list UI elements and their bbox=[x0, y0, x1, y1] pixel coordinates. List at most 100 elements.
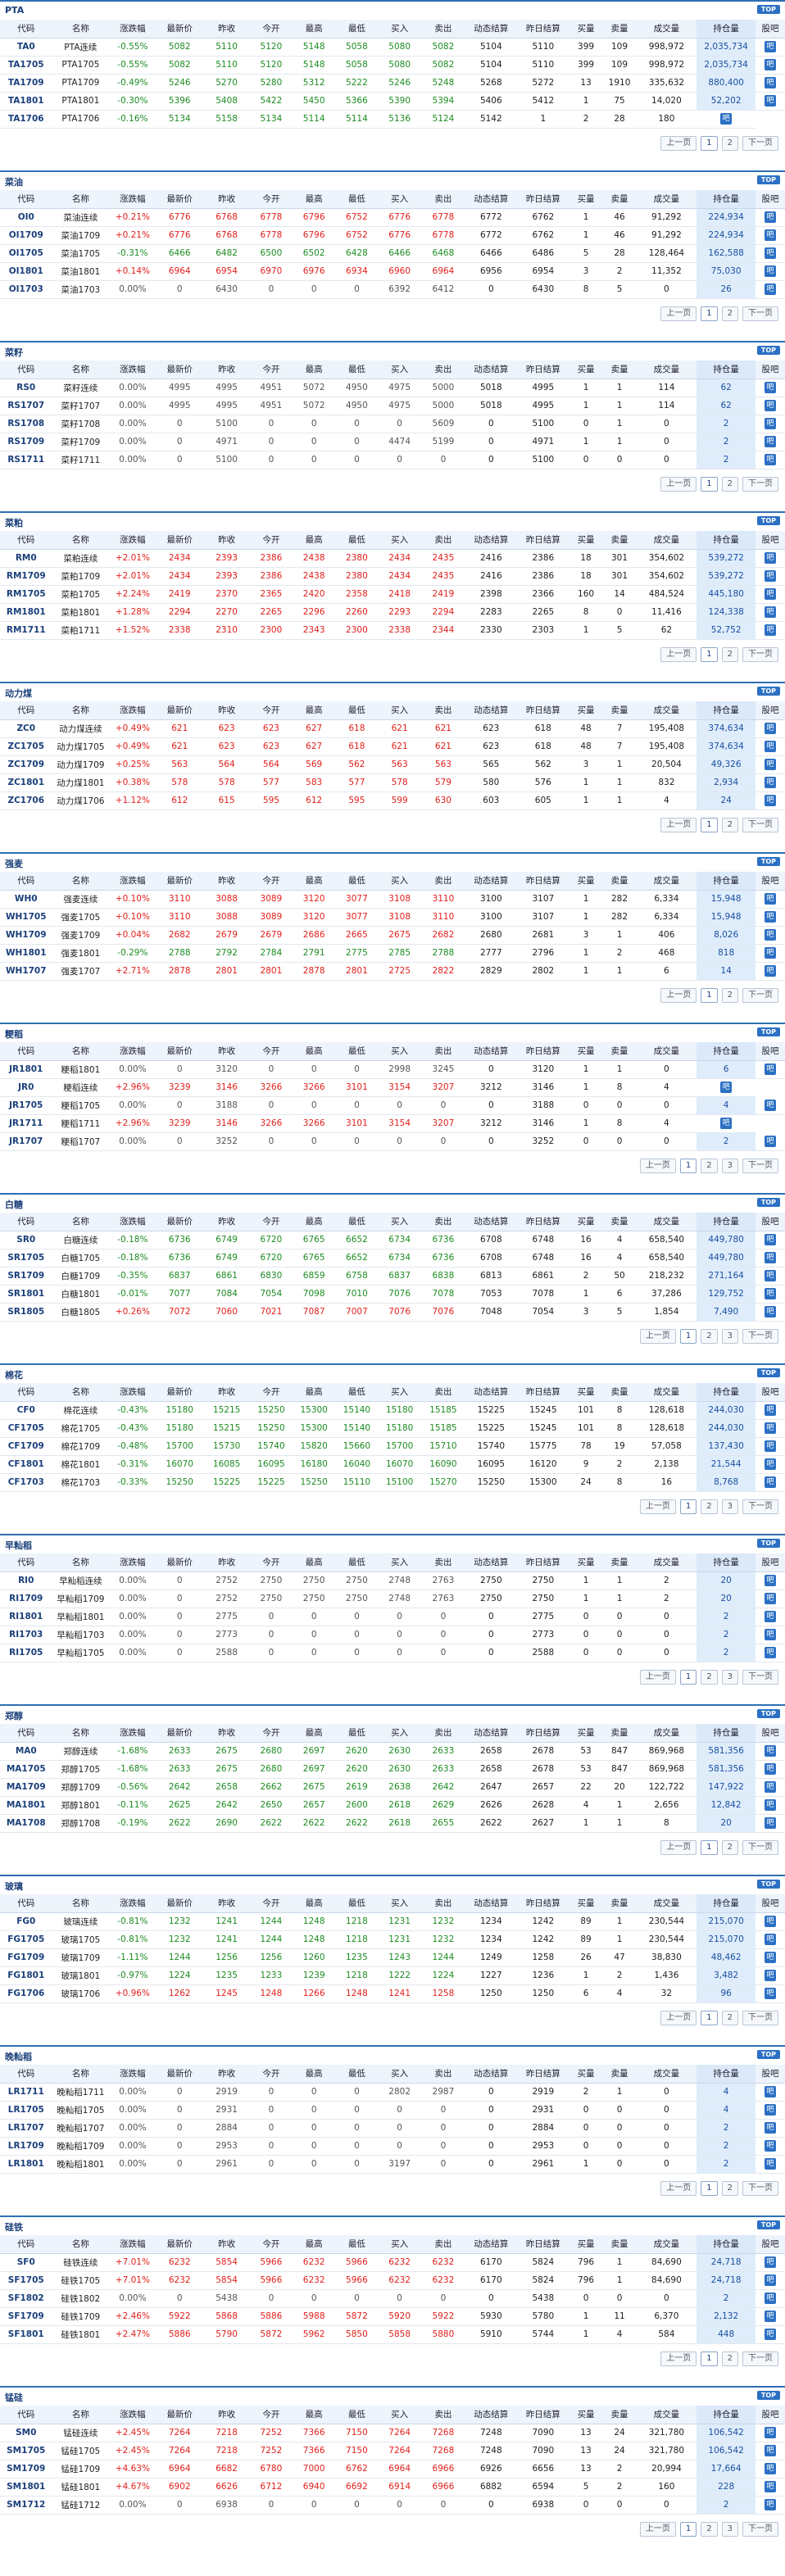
column-header[interactable]: 持仓量 bbox=[697, 1213, 756, 1231]
column-header[interactable]: 股吧 bbox=[756, 2235, 785, 2254]
column-header[interactable]: 卖量 bbox=[602, 190, 637, 209]
contract-code[interactable]: WH1707 bbox=[0, 962, 52, 981]
page-number-button[interactable]: 3 bbox=[721, 1670, 738, 1685]
column-header[interactable]: 股吧 bbox=[756, 20, 785, 39]
contract-code[interactable]: TA1801 bbox=[0, 92, 52, 111]
forum-icon[interactable]: 吧 bbox=[765, 1476, 776, 1488]
column-header[interactable]: 成交量 bbox=[636, 1042, 697, 1061]
next-page-button[interactable]: 下一页 bbox=[742, 1499, 778, 1514]
contract-name[interactable]: 郑醇连续 bbox=[52, 1742, 110, 1761]
forum-icon[interactable]: 吧 bbox=[765, 1404, 776, 1416]
contract-code[interactable]: WH1705 bbox=[0, 908, 52, 927]
contract-code[interactable]: LR1801 bbox=[0, 2155, 52, 2174]
table-row[interactable]: JR1711 粳稻1711 +2.96% 3239 3146 3266 3266 3101 31… bbox=[0, 1114, 785, 1133]
contract-code[interactable]: LR1705 bbox=[0, 2101, 52, 2120]
table-row[interactable]: WH1705 强麦1705 +0.10% 3110 3088 3089 3120 3077 31… bbox=[0, 908, 785, 927]
column-header[interactable]: 昨收 bbox=[202, 1724, 251, 1743]
column-header[interactable]: 买量 bbox=[569, 2235, 603, 2254]
column-header[interactable]: 昨收 bbox=[202, 1383, 251, 1402]
forum-icon[interactable]: 吧 bbox=[765, 1970, 776, 1981]
top-button[interactable]: TOP bbox=[756, 2391, 780, 2400]
column-header[interactable]: 涨跌幅 bbox=[109, 531, 157, 550]
table-row[interactable]: SR1805 白糖1805 +0.26% 7072 7060 7021 7087 7007 70… bbox=[0, 1303, 785, 1322]
column-header[interactable]: 涨跌幅 bbox=[109, 361, 157, 379]
table-row[interactable]: SM1705 锰硅1705 +2.45% 7264 7218 7252 7366 7150 72… bbox=[0, 2442, 785, 2460]
contract-name[interactable]: 白糖1805 bbox=[52, 1303, 110, 1322]
forum-icon[interactable]: 吧 bbox=[765, 588, 776, 600]
column-header[interactable]: 股吧 bbox=[756, 701, 785, 720]
table-row[interactable]: ZC1801 动力煤1801 +0.38% 578 578 577 583 577 578 579… bbox=[0, 773, 785, 792]
contract-name[interactable]: PTA1705 bbox=[52, 56, 110, 75]
column-header[interactable]: 卖出 bbox=[421, 2065, 465, 2084]
forum-icon[interactable]: 吧 bbox=[765, 570, 776, 582]
contract-code[interactable]: MA1801 bbox=[0, 1796, 52, 1815]
page-number-button[interactable]: 1 bbox=[679, 1499, 697, 1514]
column-header[interactable]: 最低 bbox=[335, 1213, 379, 1231]
column-header[interactable]: 今开 bbox=[250, 2235, 293, 2254]
table-row[interactable]: RS1707 菜籽1707 0.00% 4995 4995 4951 5072 4950 497… bbox=[0, 397, 785, 415]
column-header[interactable]: 今开 bbox=[250, 2406, 293, 2424]
column-header[interactable]: 最低 bbox=[335, 531, 379, 550]
column-header[interactable]: 动态结算 bbox=[465, 2406, 518, 2424]
forum-icon[interactable]: 吧 bbox=[765, 211, 776, 223]
column-header[interactable]: 买量 bbox=[569, 190, 603, 209]
forum-icon[interactable]: 吧 bbox=[765, 1440, 776, 1452]
contract-code[interactable]: OI1801 bbox=[0, 262, 52, 281]
column-header[interactable]: 成交量 bbox=[636, 2235, 697, 2254]
contract-name[interactable]: 菜籽1708 bbox=[52, 415, 110, 433]
contract-code[interactable]: SM0 bbox=[0, 2424, 52, 2442]
forum-icon[interactable]: 吧 bbox=[765, 947, 776, 959]
contract-code[interactable]: FG1801 bbox=[0, 1966, 52, 1985]
column-header[interactable]: 卖量 bbox=[602, 2406, 637, 2424]
table-row[interactable]: ZC1705 动力煤1705 +0.49% 621 623 623 627 618 621 621… bbox=[0, 737, 785, 756]
contract-name[interactable]: PTA1709 bbox=[52, 74, 110, 93]
column-header[interactable]: 卖量 bbox=[602, 872, 637, 891]
contract-name[interactable]: 菜粕1705 bbox=[52, 585, 110, 604]
forum-icon[interactable]: 吧 bbox=[765, 929, 776, 941]
column-header[interactable]: 买入 bbox=[378, 1724, 422, 1743]
column-header[interactable]: 涨跌幅 bbox=[109, 1894, 157, 1913]
forum-icon[interactable]: 吧 bbox=[765, 454, 776, 465]
column-header[interactable]: 股吧 bbox=[756, 1553, 785, 1572]
contract-code[interactable]: OI1705 bbox=[0, 244, 52, 263]
column-header[interactable]: 涨跌幅 bbox=[109, 1383, 157, 1402]
column-header[interactable]: 最高 bbox=[292, 1553, 336, 1572]
forum-icon[interactable]: 吧 bbox=[720, 113, 733, 125]
column-header[interactable]: 卖出 bbox=[421, 1383, 465, 1402]
contract-code[interactable]: FG1706 bbox=[0, 1984, 52, 2003]
column-header[interactable]: 股吧 bbox=[756, 1213, 785, 1231]
forum-icon[interactable]: 吧 bbox=[765, 795, 776, 806]
column-header[interactable]: 动态结算 bbox=[465, 1042, 518, 1061]
forum-icon[interactable]: 吧 bbox=[765, 436, 776, 447]
contract-code[interactable]: RM1705 bbox=[0, 585, 52, 604]
contract-code[interactable]: RS0 bbox=[0, 379, 52, 397]
top-button[interactable]: TOP bbox=[756, 5, 780, 14]
forum-icon[interactable]: 吧 bbox=[765, 2445, 776, 2456]
contract-code[interactable]: RI1801 bbox=[0, 1608, 52, 1626]
contract-name[interactable]: 早籼稻1801 bbox=[52, 1608, 110, 1626]
contract-name[interactable]: 玻璃1706 bbox=[52, 1984, 110, 2003]
column-header[interactable]: 卖出 bbox=[421, 2235, 465, 2254]
top-button[interactable]: TOP bbox=[756, 1198, 780, 1207]
prev-page-button[interactable]: 上一页 bbox=[660, 136, 697, 151]
contract-name[interactable]: 棉花1709 bbox=[52, 1437, 110, 1456]
contract-code[interactable]: LR1707 bbox=[0, 2119, 52, 2138]
column-header[interactable]: 持仓量 bbox=[697, 531, 756, 550]
column-header[interactable]: 动态结算 bbox=[465, 20, 518, 39]
column-header[interactable]: 代码 bbox=[0, 1042, 52, 1061]
column-header[interactable]: 买量 bbox=[569, 2406, 603, 2424]
table-row[interactable]: ZC0 动力煤连续 +0.49% 621 623 623 627 618 621 621 623 61… bbox=[0, 719, 785, 738]
column-header[interactable]: 卖出 bbox=[421, 361, 465, 379]
contract-code[interactable]: SM1712 bbox=[0, 2496, 52, 2515]
forum-icon[interactable]: 吧 bbox=[765, 1781, 776, 1793]
table-row[interactable]: FG1709 玻璃1709 -1.11% 1244 1256 1256 1260 1235 12… bbox=[0, 1948, 785, 1967]
column-header[interactable]: 最高 bbox=[292, 2406, 336, 2424]
page-number-button[interactable]: 2 bbox=[721, 306, 738, 321]
column-header[interactable]: 今开 bbox=[250, 2065, 293, 2084]
column-header[interactable]: 今开 bbox=[250, 20, 293, 39]
column-header[interactable]: 动态结算 bbox=[465, 361, 518, 379]
column-header[interactable]: 持仓量 bbox=[697, 2406, 756, 2424]
column-header[interactable]: 名称 bbox=[52, 2406, 110, 2424]
prev-page-button[interactable]: 上一页 bbox=[639, 2522, 676, 2537]
column-header[interactable]: 昨日结算 bbox=[517, 1894, 569, 1913]
